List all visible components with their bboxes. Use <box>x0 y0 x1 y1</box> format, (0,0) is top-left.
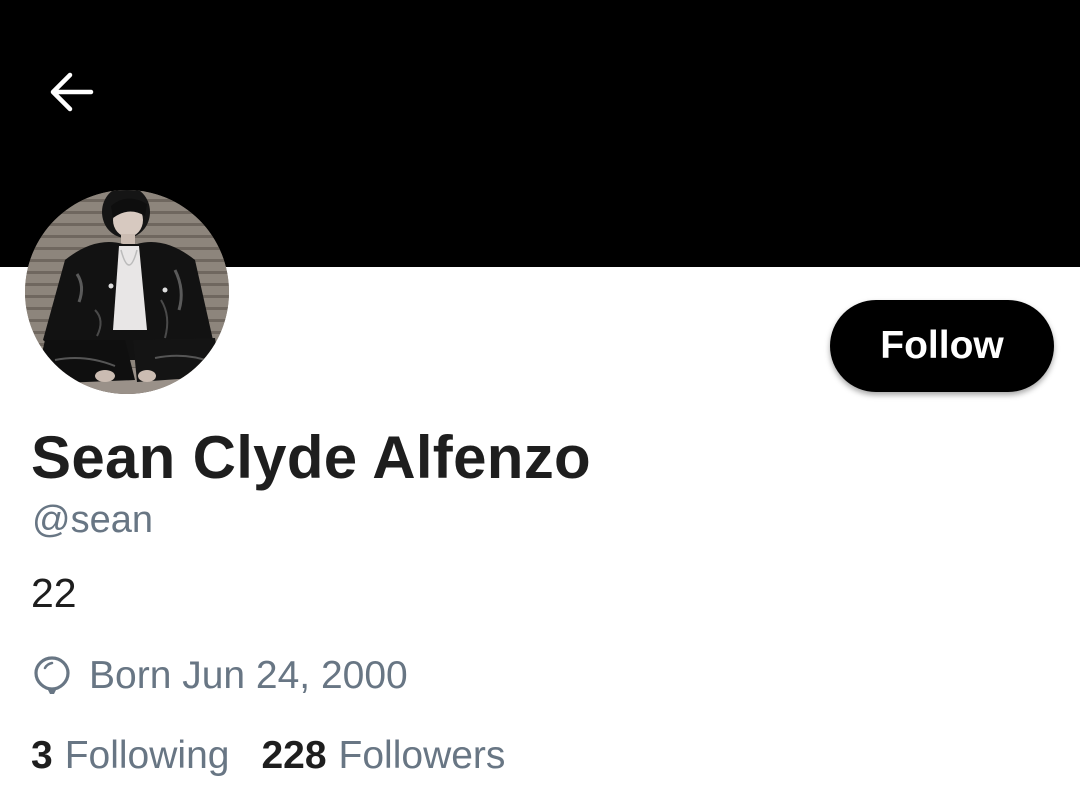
balloon-icon <box>34 656 70 694</box>
following-count: 3 <box>31 734 53 777</box>
profile-page: Follow Sean Clyde Alfenzo @sean 22 Born … <box>0 0 1080 793</box>
display-name: Sean Clyde Alfenzo <box>31 424 591 491</box>
username-handle: @sean <box>32 499 153 541</box>
arrow-left-icon <box>50 72 94 112</box>
following-label: Following <box>64 734 230 777</box>
back-button[interactable] <box>38 62 104 122</box>
profile-bio: 22 <box>31 570 77 616</box>
birthday-text: Born Jun 24, 2000 <box>89 654 408 697</box>
avatar[interactable] <box>25 190 229 394</box>
birthday-row: Born Jun 24, 2000 <box>33 652 408 700</box>
follow-button[interactable]: Follow <box>830 300 1054 392</box>
profile-photo <box>25 190 229 394</box>
following-stat[interactable]: 3 Following <box>31 734 229 778</box>
followers-count: 228 <box>261 734 327 777</box>
follow-stats: 3 Following 228 Followers <box>31 732 505 780</box>
followers-stat[interactable]: 228 Followers <box>261 734 505 778</box>
followers-label: Followers <box>338 734 506 777</box>
